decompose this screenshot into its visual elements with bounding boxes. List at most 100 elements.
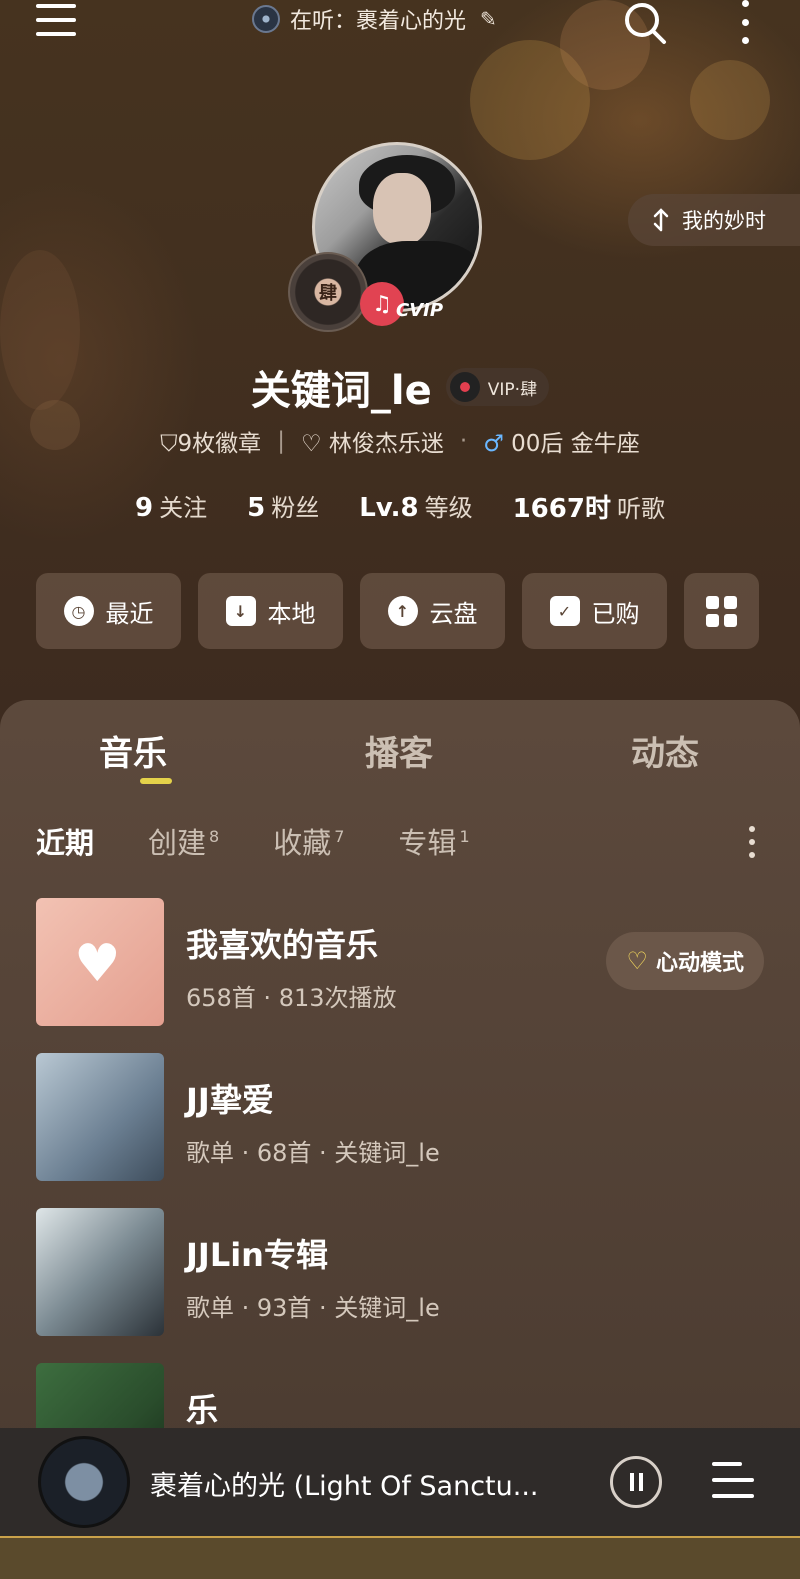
list-item[interactable]: JJ挚爱 歌单 · 68首 · 关键词_le (36, 1053, 764, 1208)
playlist-title: JJLin专辑 (186, 1236, 328, 1274)
subtab-count: 7 (334, 827, 345, 847)
my-moments-button[interactable]: 我的妙时 (628, 194, 800, 246)
playlist-queue-icon[interactable] (712, 1460, 754, 1500)
purchased-button[interactable]: ✓ 已购 (522, 573, 667, 649)
dot-separator: · (459, 428, 468, 454)
heartbeat-mode-label: 心动模式 (655, 951, 744, 976)
stat-value: Lv.8 (359, 493, 419, 523)
playlist-subtitle: 歌单 · 93首 · 关键词_le (186, 1294, 440, 1322)
vip-level-badge[interactable]: 肆 (288, 252, 368, 332)
subtab-label: 创建 (148, 826, 207, 860)
mini-player[interactable]: 裹着心的光 (Light Of Sanctu... (0, 1428, 800, 1536)
cloud-upload-icon: ↑ (387, 596, 418, 626)
subtab-recent[interactable]: 近期 (36, 820, 94, 862)
bag-icon: ✓ (549, 596, 580, 626)
stat-following[interactable]: 9 关注 (135, 488, 207, 525)
playlist-title: 乐 (186, 1391, 219, 1428)
more-icon[interactable] (740, 0, 750, 44)
subtab-created[interactable]: 创建 8 (148, 820, 219, 862)
quick-actions: ◷ 最近 ↓ 本地 ↑ 云盘 ✓ 已购 (36, 573, 764, 649)
purchased-label: 已购 (591, 599, 640, 628)
tab-music[interactable]: 音乐 (0, 726, 266, 775)
subtab-count: 8 (209, 827, 220, 847)
cloud-button[interactable]: ↑ 云盘 (360, 573, 505, 649)
cvip-label: CVIP (396, 300, 444, 321)
now-playing-disc-icon (252, 5, 280, 33)
download-icon: ↓ (225, 596, 256, 626)
badges-label: 9枚徽章 (177, 431, 262, 457)
badges-link[interactable]: ⛉9枚徽章 (160, 424, 261, 458)
search-icon[interactable] (622, 0, 668, 46)
decorative-ornament (690, 60, 770, 140)
stat-followers[interactable]: 5 粉丝 (247, 488, 319, 525)
demographic-tag[interactable]: ♂ 00后 金牛座 (483, 424, 640, 458)
fan-tag-label: 林俊杰乐迷 (328, 431, 444, 457)
subtab-albums[interactable]: 专辑 1 (398, 820, 469, 862)
tab-activity[interactable]: 动态 (532, 726, 798, 775)
heartbeat-mode-button[interactable]: ♡ 心动模式 (606, 932, 764, 990)
stat-label: 等级 (424, 494, 473, 522)
now-playing-status[interactable]: 在听：裹着心的光 ✎ (252, 4, 497, 34)
subtab-label: 专辑 (398, 826, 457, 860)
heart-icon: ♥ (74, 934, 121, 994)
vip-tag[interactable]: VIP·肆 (445, 368, 550, 406)
playlist-title: 我喜欢的音乐 (186, 926, 379, 964)
now-playing-label: 在听：裹着心的光 (290, 9, 467, 34)
clock-icon: ◷ (63, 596, 94, 626)
fan-tag[interactable]: ♡ 林俊杰乐迷 (301, 424, 444, 458)
subtab-collected[interactable]: 收藏 7 (273, 820, 344, 862)
stat-label: 粉丝 (271, 494, 320, 522)
album-art-disc[interactable] (38, 1436, 130, 1528)
more-apps-button[interactable] (684, 573, 759, 649)
heart-outline-icon: ♡ (300, 431, 322, 457)
stat-level[interactable]: Lv.8 等级 (359, 488, 472, 525)
shield-icon: ⛉ (160, 431, 178, 457)
stat-listening-time[interactable]: 1667时 听歌 (513, 488, 665, 525)
stat-value: 1667时 (512, 494, 611, 524)
stat-label: 听歌 (616, 495, 665, 523)
recent-label: 最近 (105, 599, 154, 628)
playlist-cover: ♥ (36, 898, 164, 1026)
vip-tag-label: VIP·肆 (487, 379, 538, 400)
playlist-cover (36, 1208, 164, 1336)
tab-podcast[interactable]: 播客 (266, 726, 532, 775)
playlist-cover (36, 1053, 164, 1181)
sub-tabs: 近期 创建 8 收藏 7 专辑 1 (36, 820, 470, 862)
moments-icon (653, 208, 669, 232)
active-tab-indicator (140, 778, 172, 784)
heartbeat-icon: ♡ (626, 947, 648, 975)
playlist-subtitle: 658首 · 813次播放 (186, 984, 397, 1012)
bottom-navigation (0, 1536, 800, 1579)
playlist-title: JJ挚爱 (186, 1081, 274, 1119)
demographic-label: 00后 金牛座 (511, 431, 640, 457)
player-track-title[interactable]: 裹着心的光 (Light Of Sanctu... (150, 1464, 570, 1503)
vinyl-record-icon (449, 372, 480, 402)
playlist-subtitle: 歌单 · 68首 · 关键词_le (186, 1139, 440, 1167)
playlist-list: ♥ 我喜欢的音乐 658首 · 813次播放 ♡ 心动模式 JJ挚爱 歌单 · … (36, 898, 764, 1428)
list-item[interactable]: 乐 (36, 1363, 764, 1428)
stat-value: 5 (247, 493, 266, 523)
username: 关键词_le (250, 368, 432, 414)
list-item[interactable]: JJLin专辑 歌单 · 93首 · 关键词_le (36, 1208, 764, 1363)
male-icon: ♂ (483, 431, 504, 457)
recent-button[interactable]: ◷ 最近 (36, 573, 181, 649)
menu-icon[interactable] (36, 4, 76, 38)
content-panel: 音乐 播客 动态 近期 创建 8 收藏 7 专辑 1 ♥ 我喜欢的音乐 658首 · … (0, 700, 800, 1428)
edit-icon[interactable]: ✎ (480, 7, 497, 31)
apps-grid-icon (706, 595, 737, 627)
local-label: 本地 (267, 599, 316, 628)
top-bar: 在听：裹着心的光 ✎ (0, 0, 800, 48)
vip-level-text: 肆 (319, 283, 337, 304)
list-more-icon[interactable] (748, 826, 756, 858)
main-tabs: 音乐 播客 动态 (0, 726, 800, 775)
profile-stats: 9 关注 5 粉丝 Lv.8 等级 1667时 听歌 (0, 488, 800, 525)
stat-label: 关注 (159, 494, 208, 522)
cloud-label: 云盘 (429, 599, 478, 628)
local-button[interactable]: ↓ 本地 (198, 573, 343, 649)
stat-value: 9 (135, 493, 154, 523)
list-item[interactable]: ♥ 我喜欢的音乐 658首 · 813次播放 ♡ 心动模式 (36, 898, 764, 1053)
profile-meta: ⛉9枚徽章 | ♡ 林俊杰乐迷 · ♂ 00后 金牛座 (0, 424, 800, 458)
my-moments-label: 我的妙时 (682, 209, 766, 233)
subtab-label: 收藏 (273, 826, 332, 860)
pause-button[interactable] (610, 1456, 662, 1508)
